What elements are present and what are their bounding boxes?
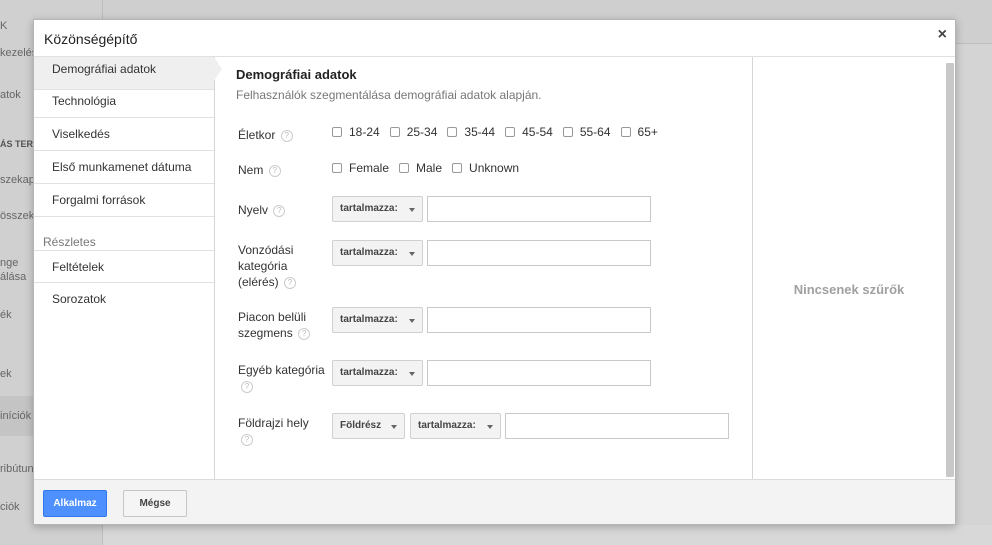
checkbox-box[interactable] — [505, 127, 516, 137]
gender-label: Nem ? — [238, 162, 281, 178]
checkbox-box[interactable] — [620, 127, 631, 137]
age-checkbox-35-44[interactable]: 35-44 — [447, 125, 495, 139]
language-operator-dropdown[interactable]: tartalmazza: — [332, 196, 423, 222]
affinity-operator-dropdown[interactable]: tartalmazza: — [332, 240, 423, 266]
bg-sidebar-item: nge — [0, 257, 19, 269]
section-title: Demográfiai adatok — [236, 67, 357, 82]
in-market-label: Piacon belüli szegmens ? — [238, 309, 311, 341]
bg-sidebar-item: K — [0, 20, 8, 32]
location-operator-dropdown[interactable]: tartalmazza: — [410, 413, 501, 439]
help-icon[interactable]: ? — [273, 204, 286, 217]
bg-sidebar-item: szekap — [0, 174, 33, 186]
age-checkbox-25-34[interactable]: 25-34 — [389, 125, 437, 139]
no-filters-label: Nincsenek szűrők — [793, 282, 905, 297]
bg-sidebar-item: összek — [0, 210, 33, 222]
nav-item-label: Technológia — [52, 94, 117, 108]
checkbox-box[interactable] — [399, 163, 410, 173]
dialog-header: Közönségépítő × — [34, 20, 955, 57]
bg-sidebar-item: ribútun — [0, 463, 33, 475]
other-category-label: Egyéb kategória ? — [238, 363, 325, 393]
chevron-down-icon — [409, 372, 415, 376]
gender-checkbox-unknown[interactable]: Unknown — [452, 161, 519, 175]
age-checkbox-45-54[interactable]: 45-54 — [505, 125, 553, 139]
category-nav: Demográfiai adatok Technológia Viselkedé… — [34, 57, 222, 479]
help-icon[interactable]: ? — [284, 276, 297, 289]
nav-item-label: Viselkedés — [52, 127, 110, 141]
in-market-input[interactable] — [427, 307, 651, 333]
nav-item-behavior[interactable]: Viselkedés — [34, 118, 214, 151]
filter-summary-panel: Nincsenek szűrők — [752, 57, 955, 479]
checkbox-box[interactable] — [452, 163, 463, 173]
help-icon[interactable]: ? — [298, 327, 311, 340]
close-icon[interactable]: × — [938, 27, 947, 43]
bg-sidebar-item: atok — [0, 89, 21, 101]
nav-item-label: Feltételek — [52, 260, 105, 274]
bg-sidebar-item: ÁS TER — [0, 139, 33, 149]
background-bottom-strip — [103, 525, 992, 545]
cancel-button[interactable]: Mégse — [123, 490, 187, 517]
affinity-label: Vonzódási kategória (elérés) ? — [238, 242, 297, 290]
age-checkbox-55-64[interactable]: 55-64 — [562, 125, 611, 139]
chevron-down-icon — [409, 319, 415, 323]
dialog-footer: Alkalmaz Mégse — [34, 479, 955, 524]
in-market-operator-dropdown[interactable]: tartalmazza: — [332, 307, 423, 333]
chevron-down-icon — [391, 425, 397, 429]
age-label: Életkor ? — [238, 127, 293, 143]
help-icon[interactable]: ? — [268, 164, 281, 177]
checkbox-box[interactable] — [389, 127, 400, 137]
gender-checkbox-male[interactable]: Male — [399, 161, 442, 175]
nav-item-label: Demográfiai adatok — [52, 62, 157, 76]
nav-item-traffic-sources[interactable]: Forgalmi források — [34, 184, 214, 217]
apply-button[interactable]: Alkalmaz — [43, 490, 107, 517]
other-category-operator-dropdown[interactable]: tartalmazza: — [332, 360, 423, 386]
chevron-down-icon — [409, 252, 415, 256]
nav-item-label: Forgalmi források — [52, 193, 146, 207]
bg-sidebar-item: ék — [0, 309, 12, 321]
language-label: Nyelv ? — [238, 202, 286, 218]
scrollbar[interactable] — [946, 63, 954, 477]
gender-checkbox-group: Female Male Unknown — [332, 161, 529, 175]
dialog-title: Közönségépítő — [44, 31, 138, 47]
language-input[interactable] — [427, 196, 651, 222]
nav-item-first-session-date[interactable]: Első munkamenet dátuma — [34, 151, 214, 184]
nav-item-conditions[interactable]: Feltételek — [34, 250, 214, 283]
bg-sidebar-item: ciók — [0, 501, 20, 513]
background-right-area — [956, 44, 992, 545]
checkbox-box[interactable] — [447, 127, 458, 137]
checkbox-box[interactable] — [562, 127, 573, 137]
affinity-input[interactable] — [427, 240, 651, 266]
age-checkbox-group: 18-24 25-34 35-44 45-54 55-64 65+ — [332, 125, 668, 139]
chevron-down-icon — [409, 208, 415, 212]
nav-item-sequences[interactable]: Sorozatok — [34, 283, 214, 316]
bg-sidebar-item: ek — [0, 368, 12, 380]
checkbox-box[interactable] — [332, 163, 342, 173]
nav-item-label: Első munkamenet dátuma — [52, 160, 192, 174]
nav-section-advanced: Részletes — [43, 235, 96, 249]
location-scope-dropdown[interactable]: Földrész — [332, 413, 405, 439]
audience-builder-dialog: Közönségépítő × Demográfiai adatok Techn… — [33, 19, 956, 525]
nav-item-technology[interactable]: Technológia — [34, 86, 214, 118]
help-icon[interactable]: ? — [280, 129, 293, 142]
checkbox-box[interactable] — [332, 127, 342, 137]
bg-sidebar-item: álása — [0, 271, 27, 283]
gender-checkbox-female[interactable]: Female — [332, 161, 389, 175]
age-checkbox-65-plus[interactable]: 65+ — [620, 125, 658, 139]
help-icon[interactable]: ? — [241, 380, 253, 393]
nav-item-label: Sorozatok — [52, 292, 107, 306]
age-checkbox-18-24[interactable]: 18-24 — [332, 125, 380, 139]
location-label: Földrajzi hely ? — [238, 416, 309, 446]
chevron-down-icon — [487, 425, 493, 429]
bg-sidebar-item: iníciók — [0, 396, 33, 436]
section-description: Felhasználók szegmentálása demográfiai a… — [236, 88, 542, 102]
bg-sidebar-item: kezelés — [0, 47, 33, 59]
help-icon[interactable]: ? — [241, 433, 253, 446]
demographics-panel: Demográfiai adatok Felhasználók szegment… — [215, 57, 752, 479]
location-input[interactable] — [505, 413, 729, 439]
other-category-input[interactable] — [427, 360, 651, 386]
